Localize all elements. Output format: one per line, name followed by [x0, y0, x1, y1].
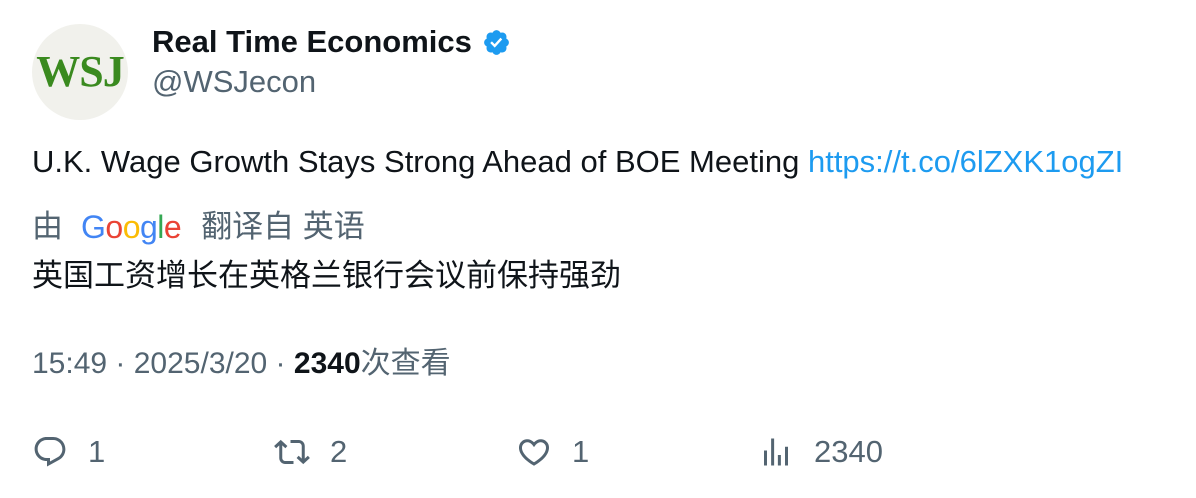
reply-icon [34, 437, 66, 467]
retweet-button[interactable]: 2 [274, 430, 347, 474]
retweet-count: 2 [330, 434, 348, 469]
tweet-time[interactable]: 15:49 [32, 347, 107, 380]
like-count: 1 [572, 434, 590, 469]
view-count-label: 次查看 [360, 347, 451, 380]
tweet-meta: 15:49 · 2025/3/20 · 2340次查看 [32, 344, 451, 384]
tweet-text: U.K. Wage Growth Stays Strong Ahead of B… [32, 142, 1123, 182]
heart-icon [518, 439, 550, 466]
action-bar: 1 2 1 2340 [0, 430, 1196, 478]
translation-suffix: 翻译自 英语 [201, 209, 365, 244]
handle[interactable]: @WSJecon [152, 62, 316, 102]
avatar[interactable]: WSJ [32, 24, 128, 120]
translated-text: 英国工资增长在英格兰银行会议前保持强劲 [32, 258, 621, 293]
retweet-icon [274, 439, 310, 465]
like-button[interactable]: 1 [516, 430, 589, 474]
author-name-row: Real Time Economics [152, 22, 511, 62]
meta-separator: · [267, 347, 294, 380]
tweet-body: U.K. Wage Growth Stays Strong Ahead of B… [32, 144, 808, 179]
meta-separator: · [107, 347, 134, 380]
reply-button[interactable]: 1 [32, 430, 105, 474]
google-logo-icon: Google [81, 209, 182, 245]
tweet-link[interactable]: https://t.co/6lZXK1ogZI [808, 144, 1123, 179]
views-button[interactable]: 2340 [758, 430, 883, 474]
view-count: 2340 [293, 347, 361, 380]
reply-count: 1 [88, 434, 106, 469]
translation-attribution[interactable]: 由 Google 翻译自 英语 [32, 207, 365, 247]
avatar-logo: WSJ [36, 47, 124, 96]
verified-badge-icon [484, 29, 509, 55]
views-count: 2340 [814, 434, 883, 469]
translation-prefix: 由 [32, 209, 63, 244]
analytics-icon [764, 438, 788, 466]
display-name[interactable]: Real Time Economics [152, 22, 472, 62]
tweet-date[interactable]: 2025/3/20 [134, 347, 267, 380]
